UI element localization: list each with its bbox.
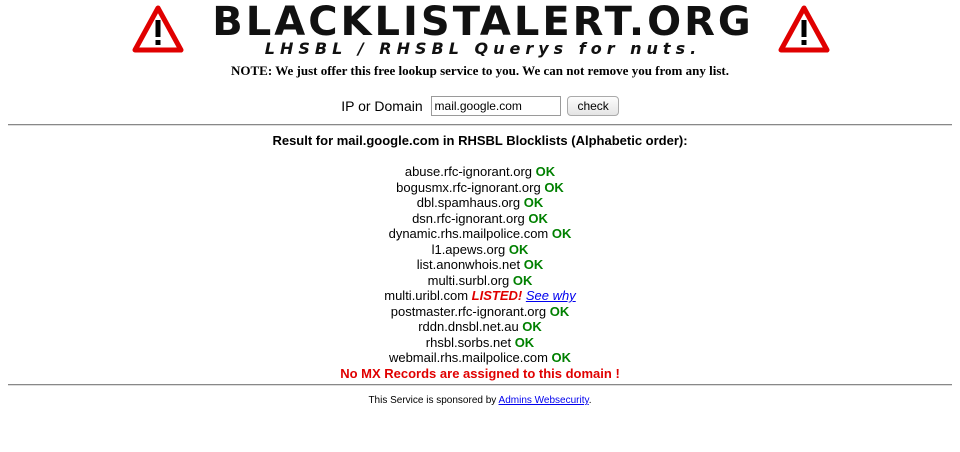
blocklist-name: bogusmx.rfc-ignorant.org: [396, 179, 541, 195]
blocklist-name: list.anonwhois.net: [416, 257, 521, 272]
header: BLACKLISTALERT.ORG LHSBL / RHSBL Querys …: [0, 0, 960, 62]
check-button[interactable]: check: [567, 96, 619, 116]
lookup-form: IP or Domain check: [0, 96, 960, 116]
blocklist-name: dbl.spamhaus.org: [416, 195, 521, 210]
blocklist-name: multi.surbl.org: [427, 272, 510, 288]
status-ok: OK: [523, 257, 544, 272]
list-item: postmaster.rfc-ignorant.org OK: [0, 304, 960, 320]
status-ok: OK: [512, 272, 533, 288]
sponsor-footer: This Service is sponsored by Admins Webs…: [0, 395, 960, 406]
blocklist-name: dsn.rfc-ignorant.org: [412, 210, 525, 226]
list-item: dynamic.rhs.mailpolice.com OK: [0, 226, 960, 242]
divider: [8, 384, 952, 386]
sponsor-suffix: .: [588, 395, 592, 406]
no-mx-warning: No MX Records are assigned to this domai…: [340, 365, 620, 381]
status-ok: OK: [549, 303, 570, 319]
site-logo-subtitle: LHSBL / RHSBL Querys for nuts.: [264, 39, 702, 58]
status-ok: OK: [551, 350, 572, 365]
list-item: dsn.rfc-ignorant.org OK: [0, 211, 960, 227]
list-item: abuse.rfc-ignorant.org OK: [0, 164, 960, 180]
results-list: abuse.rfc-ignorant.org OK bogusmx.rfc-ig…: [0, 164, 960, 381]
list-item: list.anonwhois.net OK: [0, 257, 960, 273]
list-item: dbl.spamhaus.org OK: [0, 195, 960, 211]
blocklist-name: multi.uribl.com: [384, 288, 469, 303]
status-ok: OK: [544, 179, 564, 195]
status-ok: OK: [551, 226, 572, 241]
status-ok: OK: [522, 319, 542, 334]
status-listed: LISTED!: [471, 288, 523, 303]
status-ok: OK: [523, 195, 544, 210]
blocklist-name: abuse.rfc-ignorant.org: [404, 164, 533, 179]
status-ok: OK: [535, 164, 556, 179]
site-logo-title[interactable]: BLACKLISTALERT.ORG: [203, 0, 763, 44]
blocklist-name: dynamic.rhs.mailpolice.com: [388, 226, 549, 241]
list-item: l1.apews.org OK: [0, 242, 960, 258]
sponsor-text: This Service is sponsored by: [368, 395, 497, 406]
warning-triangle-icon: [132, 5, 184, 53]
list-item: multi.uribl.com LISTED! See why: [0, 288, 960, 304]
result-title: Result for mail.google.com in RHSBL Bloc…: [272, 133, 688, 148]
list-item: rhsbl.sorbs.net OK: [0, 335, 960, 351]
ip-domain-input[interactable]: [430, 96, 561, 116]
blocklist-name: l1.apews.org: [431, 241, 506, 257]
list-item: multi.surbl.org OK: [0, 273, 960, 289]
service-note: NOTE: We just offer this free lookup ser…: [231, 63, 729, 78]
blocklist-name: postmaster.rfc-ignorant.org: [390, 303, 547, 319]
sponsor-link[interactable]: Admins Websecurity: [499, 395, 589, 406]
warning-triangle-icon: [778, 5, 830, 53]
status-ok: OK: [514, 334, 535, 350]
list-item: bogusmx.rfc-ignorant.org OK: [0, 180, 960, 196]
status-ok: OK: [508, 241, 529, 257]
ip-domain-label: IP or Domain: [341, 98, 423, 114]
list-item: webmail.rhs.mailpolice.com OK: [0, 350, 960, 366]
status-ok: OK: [528, 210, 548, 226]
see-why-link[interactable]: See why: [526, 288, 576, 303]
blocklist-name: rddn.dnsbl.net.au: [418, 319, 519, 334]
blocklist-name: webmail.rhs.mailpolice.com: [388, 350, 548, 365]
list-item: rddn.dnsbl.net.au OK: [0, 319, 960, 335]
divider: [8, 124, 952, 126]
blocklist-name: rhsbl.sorbs.net: [425, 334, 512, 350]
